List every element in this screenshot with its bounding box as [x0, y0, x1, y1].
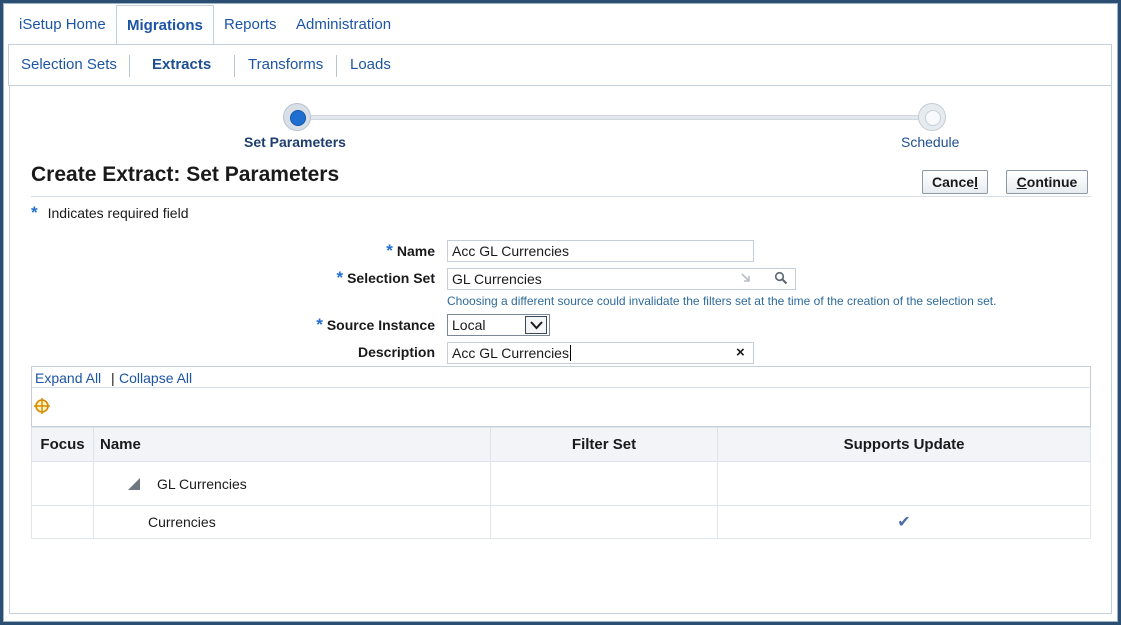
subnav-transforms[interactable]: Transforms — [248, 45, 323, 85]
tree-toolbar: Expand All | Collapse All — [31, 366, 1091, 427]
column-header-supports-update: Supports Update — [717, 427, 1091, 462]
source-instance-label: * Source Instance — [316, 315, 435, 334]
subnav-loads[interactable]: Loads — [350, 45, 391, 85]
source-instance-select[interactable]: Local — [447, 314, 550, 336]
train-stop-schedule[interactable] — [918, 103, 946, 131]
table-row: GL Currencies — [31, 461, 1091, 506]
continue-button[interactable]: Continue — [1006, 170, 1088, 194]
tab-reports[interactable]: Reports — [214, 5, 287, 45]
expanded-triangle-icon[interactable] — [128, 477, 140, 490]
tab-isetup-home[interactable]: iSetup Home — [9, 5, 116, 45]
clear-icon[interactable]: × — [736, 344, 745, 361]
subnav-extracts[interactable]: Extracts — [152, 45, 211, 85]
filter-set-cell — [490, 505, 718, 539]
page-title: Create Extract: Set Parameters — [31, 163, 340, 186]
required-star-icon: * — [316, 315, 323, 334]
required-star-icon: * — [336, 268, 344, 287]
train-track — [297, 115, 933, 120]
subnav-selection-sets[interactable]: Selection Sets — [21, 45, 117, 85]
focus-cell — [31, 505, 94, 539]
filter-set-cell — [490, 461, 718, 506]
selection-set-table: Focus Name Filter Set Supports Update GL… — [31, 427, 1091, 539]
sub-navigation: Selection Sets Extracts Transforms Loads — [8, 44, 1112, 86]
tab-migrations[interactable]: Migrations — [116, 5, 214, 45]
column-header-focus: Focus — [31, 427, 94, 462]
column-header-filter-set: Filter Set — [490, 427, 718, 462]
tab-administration[interactable]: Administration — [286, 5, 401, 45]
name-cell: Currencies — [93, 505, 491, 539]
subnav-divider — [129, 55, 130, 77]
clear-arrow-icon[interactable] — [740, 272, 752, 287]
cancel-button[interactable]: Cancel — [922, 170, 988, 194]
train-stop-set-parameters — [283, 103, 311, 131]
selection-set-hint: Choosing a different source could invali… — [447, 294, 997, 308]
checkmark-icon: ✔ — [897, 514, 911, 531]
subnav-divider — [336, 55, 337, 77]
chevron-down-icon[interactable] — [525, 316, 547, 334]
toolbar-divider — [32, 387, 1090, 388]
focus-crosshair-icon[interactable] — [33, 397, 51, 415]
table-row: Currencies ✔ — [31, 505, 1091, 539]
focus-cell — [31, 461, 94, 506]
required-star-icon: * — [31, 203, 38, 222]
required-star-icon: * — [386, 241, 393, 260]
description-label: Description — [357, 344, 435, 360]
name-field[interactable]: Acc GL Currencies — [447, 240, 754, 262]
search-icon[interactable] — [774, 271, 788, 288]
expand-all-link[interactable]: Expand All — [35, 370, 101, 386]
train-label-schedule[interactable]: Schedule — [901, 134, 959, 150]
name-label: * Name — [386, 241, 435, 260]
toolbar-separator: | — [111, 370, 115, 386]
column-header-name[interactable]: Name — [93, 427, 491, 462]
subnav-divider — [234, 55, 235, 77]
selection-set-label: * Selection Set — [336, 268, 435, 287]
collapse-all-link[interactable]: Collapse All — [119, 370, 192, 386]
description-field[interactable]: Acc GL Currencies — [447, 342, 754, 364]
required-field-note: * Indicates required field — [31, 203, 189, 222]
train-label-set-parameters: Set Parameters — [244, 134, 346, 150]
name-cell: GL Currencies — [93, 461, 491, 506]
supports-update-cell — [717, 461, 1091, 506]
title-divider — [31, 196, 1091, 197]
supports-update-cell: ✔ — [717, 505, 1091, 539]
